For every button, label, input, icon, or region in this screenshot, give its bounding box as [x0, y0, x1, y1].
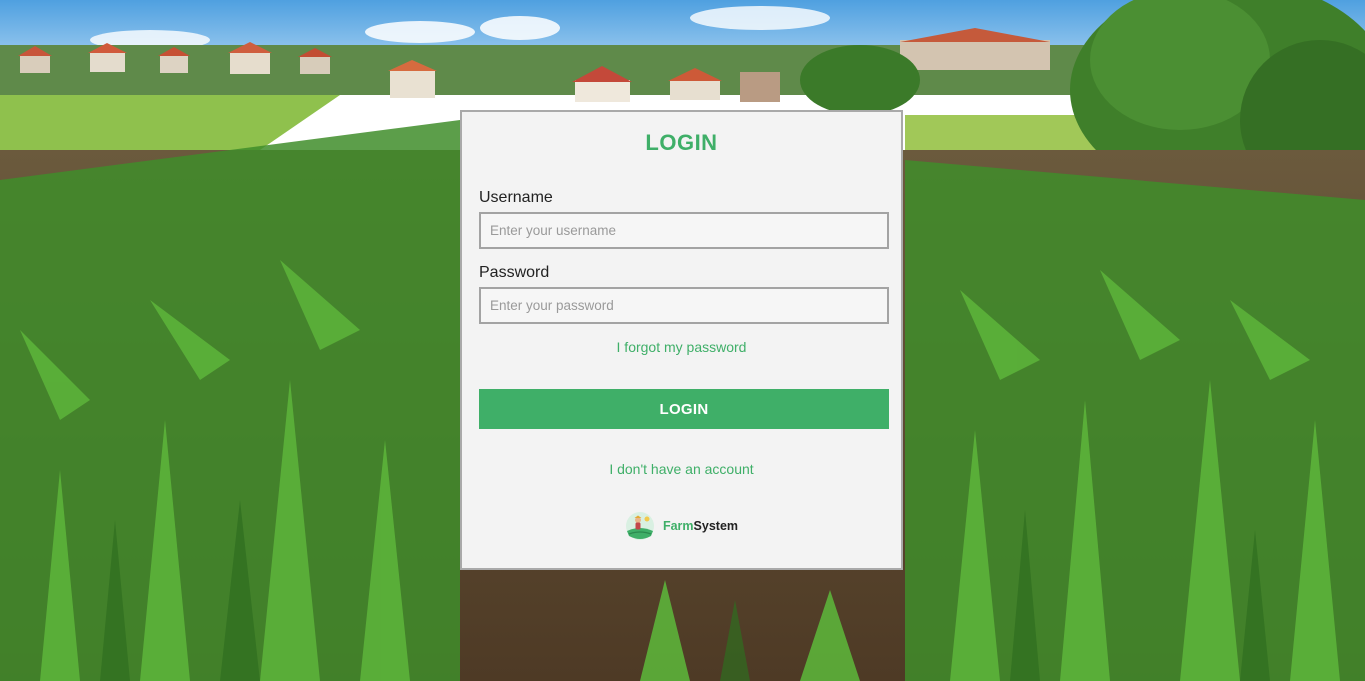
signup-link[interactable]: I don't have an account — [609, 461, 753, 477]
signup-row: I don't have an account — [479, 461, 884, 479]
login-card: LOGIN Username Password I forgot my pass… — [460, 110, 903, 570]
brand-logo: FarmSystem — [479, 511, 884, 541]
brand-name: FarmSystem — [663, 519, 738, 533]
forgot-password-row: I forgot my password — [479, 339, 884, 357]
farmer-field-logo-icon — [625, 512, 654, 540]
login-title: LOGIN — [645, 130, 718, 155]
username-label: Username — [479, 189, 553, 206]
password-input[interactable] — [479, 287, 889, 324]
username-input[interactable] — [479, 212, 889, 249]
brand-name-system: System — [693, 519, 739, 533]
password-label: Password — [479, 264, 550, 281]
forgot-password-link[interactable]: I forgot my password — [617, 339, 747, 355]
brand-name-farm: Farm — [662, 519, 694, 533]
login-button[interactable]: LOGIN — [479, 389, 889, 429]
